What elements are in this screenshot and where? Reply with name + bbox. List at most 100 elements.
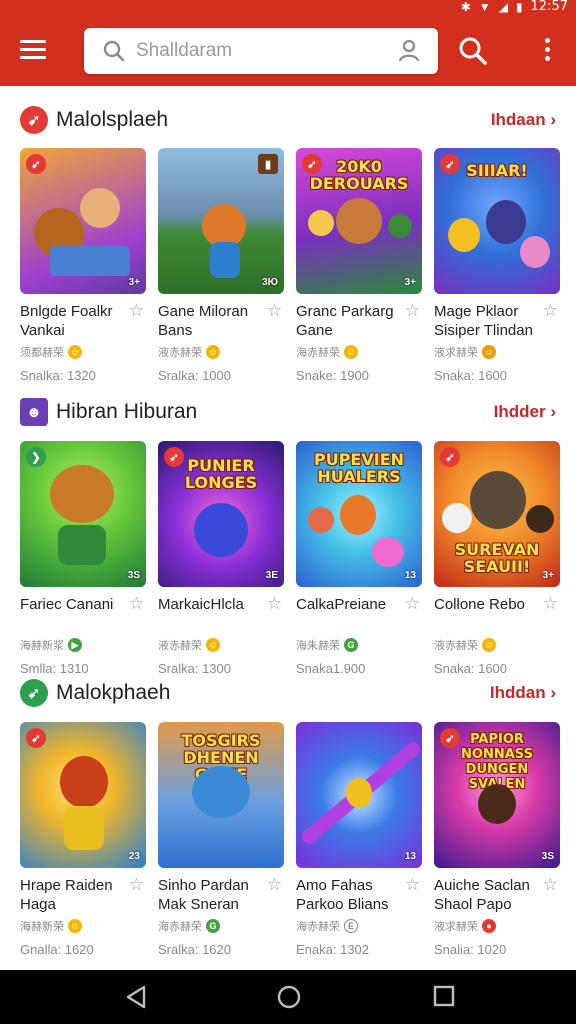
game-thumbnail[interactable]: PUPEVIEN HUALERS 13 bbox=[296, 441, 422, 587]
star-icon[interactable]: ☆ bbox=[543, 875, 558, 895]
status-bar: ✱ ▼ ◢ ▮ 12:57 bbox=[0, 0, 576, 14]
section-badge-icon: ➹ bbox=[20, 106, 48, 134]
game-thumbnail[interactable]: ❯ 3S bbox=[20, 441, 146, 587]
menu-icon[interactable] bbox=[20, 40, 46, 60]
bluetooth-icon: ✱ bbox=[460, 0, 471, 14]
search-input[interactable] bbox=[136, 36, 376, 66]
section-badge-icon: ➹ bbox=[20, 679, 48, 707]
game-meta: 海赤赫荣 E bbox=[296, 918, 358, 934]
section-title: Hibran Hiburan bbox=[56, 400, 198, 423]
game-thumbnail[interactable]: ➹ 20K0 DEROUARS 3+ bbox=[296, 148, 422, 294]
game-thumbnail[interactable]: ➹ PUNIER LONGES 3E bbox=[158, 441, 284, 587]
game-thumbnail[interactable]: ➹ 3+ bbox=[20, 148, 146, 294]
game-name: Hrape Raiden Haga bbox=[20, 877, 113, 913]
rating-icon: G bbox=[344, 638, 358, 652]
recents-icon[interactable] bbox=[432, 984, 456, 1008]
account-icon[interactable] bbox=[398, 39, 420, 63]
star-icon[interactable]: ☆ bbox=[405, 301, 420, 321]
game-card[interactable]: PUPEVIEN HUALERS 13 CalkaPreiane ☆ 海朱赫荣 G… bbox=[296, 441, 422, 681]
game-thumbnail[interactable]: ▮ 3Ю bbox=[158, 148, 284, 294]
game-size: Enaka: 1302 bbox=[296, 942, 370, 957]
section-header: ➹ Malokphaeh Ihddan › bbox=[20, 677, 556, 709]
section-more-link[interactable]: Ihddan › bbox=[490, 683, 556, 703]
section-title: Malokphaeh bbox=[56, 681, 171, 704]
age-rating: 3+ bbox=[404, 277, 416, 288]
game-card[interactable]: ➹ 20K0 DEROUARS 3+ Granc Parkarg Gane ☆ … bbox=[296, 148, 422, 388]
star-icon[interactable]: ☆ bbox=[267, 301, 282, 321]
signal-icon: ◢ bbox=[498, 0, 508, 14]
game-meta: 海赫新浆 ▶ bbox=[20, 637, 82, 653]
game-card[interactable]: TOSGIRS DHENEN GAME Sinho Pardan Mak Sne… bbox=[158, 722, 284, 962]
game-card[interactable]: ➹ SIIIAR! Mage Pklaor Sisiper Tlindan ☆ … bbox=[434, 148, 560, 388]
game-meta: 液求赫荣 ☺ bbox=[434, 344, 496, 360]
wifi-icon: ▼ bbox=[478, 0, 491, 14]
game-row: ❯ 3S Fariec Canani ☆ 海赫新浆 ▶ Smlla: 1310 ➹… bbox=[20, 441, 560, 681]
status-time: 12:57 bbox=[530, 0, 568, 14]
game-card[interactable]: ❯ 3S Fariec Canani ☆ 海赫新浆 ▶ Smlla: 1310 bbox=[20, 441, 146, 681]
search-action-icon[interactable] bbox=[458, 36, 488, 66]
search-bar[interactable] bbox=[84, 28, 438, 74]
rating-icon: ▶ bbox=[68, 638, 82, 652]
game-meta: 液赤赫荣 ☺ bbox=[158, 344, 220, 360]
section-more-link[interactable]: Ihdaan › bbox=[491, 110, 556, 130]
game-thumbnail[interactable]: ➹ SUREVAN SEAUII! 3+ bbox=[434, 441, 560, 587]
game-thumbnail[interactable]: 13 bbox=[296, 722, 422, 868]
system-nav-bar bbox=[0, 970, 576, 1024]
game-thumbnail[interactable]: ➹ 23 bbox=[20, 722, 146, 868]
game-banner: 20K0 DEROUARS bbox=[309, 157, 409, 193]
search-icon bbox=[103, 40, 125, 62]
game-banner: SUREVAN SEAUII! bbox=[454, 540, 540, 576]
star-icon[interactable]: ☆ bbox=[267, 875, 282, 895]
game-card[interactable]: ➹ PAPIOR NONNASS DUNGEN SVALEN 3S Auiche… bbox=[434, 722, 560, 962]
rating-icon: ☺ bbox=[68, 919, 82, 933]
game-meta: 液赤赫荣 ☺ bbox=[434, 637, 496, 653]
game-card[interactable]: ▮ 3Ю Gane Miloran Bans ☆ 液赤赫荣 ☺ Sralka: 1… bbox=[158, 148, 284, 388]
game-meta: 液赤赫荣 ☺ bbox=[158, 637, 220, 653]
star-icon[interactable]: ☆ bbox=[267, 594, 282, 614]
game-name: Auiche Saclan Shaol Papo bbox=[434, 877, 530, 913]
back-icon[interactable] bbox=[124, 984, 148, 1010]
game-size: Sralka: 1300 bbox=[158, 661, 231, 676]
game-card[interactable]: 13 Amo Fahas Parkoo Blians ☆ 海赤赫荣 E Enaka… bbox=[296, 722, 422, 962]
star-icon[interactable]: ☆ bbox=[543, 301, 558, 321]
game-thumbnail[interactable]: TOSGIRS DHENEN GAME bbox=[158, 722, 284, 868]
age-rating: 3E bbox=[265, 570, 278, 581]
rating-icon: ● bbox=[482, 919, 496, 933]
brand-badge-icon: ➹ bbox=[26, 154, 46, 174]
home-icon[interactable] bbox=[276, 984, 302, 1010]
more-options-icon[interactable] bbox=[538, 38, 556, 64]
star-icon[interactable]: ☆ bbox=[405, 875, 420, 895]
game-card[interactable]: ➹ PUNIER LONGES 3E MarkaicHlcla ☆ 液赤赫荣 ☺ … bbox=[158, 441, 284, 681]
game-name: Sinho Pardan Mak Sneran bbox=[158, 877, 249, 913]
game-thumbnail[interactable]: ➹ SIIIAR! bbox=[434, 148, 560, 294]
game-name: Granc Parkarg Gane bbox=[296, 303, 394, 339]
game-card[interactable]: ➹ 3+ Bnlgde Foalkr Vankai ☆ 须都赫荣 ☺ Snalka… bbox=[20, 148, 146, 388]
section-more-link[interactable]: Ihdder › bbox=[494, 402, 556, 422]
game-card[interactable]: ➹ SUREVAN SEAUII! 3+ Collone Rebo ☆ 液赤赫荣… bbox=[434, 441, 560, 681]
game-name: Fariec Canani bbox=[20, 596, 114, 613]
game-banner: PUPEVIEN HUALERS bbox=[313, 450, 405, 486]
game-size: Snaka: 1600 bbox=[434, 661, 508, 676]
star-icon[interactable]: ☆ bbox=[129, 875, 144, 895]
game-row: ➹ 3+ Bnlgde Foalkr Vankai ☆ 须都赫荣 ☺ Snalka… bbox=[20, 148, 560, 388]
star-icon[interactable]: ☆ bbox=[543, 594, 558, 614]
star-icon[interactable]: ☆ bbox=[405, 594, 420, 614]
star-icon[interactable]: ☆ bbox=[129, 301, 144, 321]
rating-icon: ☺ bbox=[206, 638, 220, 652]
age-rating: 3S bbox=[127, 570, 140, 581]
brand-badge-icon: ➹ bbox=[440, 447, 460, 467]
age-rating: 3+ bbox=[128, 277, 140, 288]
game-card[interactable]: ➹ 23 Hrape Raiden Haga ☆ 海赫新荣 ☺ Gnalla: 1… bbox=[20, 722, 146, 962]
game-name: Amo Fahas Parkoo Blians bbox=[296, 877, 389, 913]
game-size: Smlla: 1310 bbox=[20, 661, 89, 676]
app-bar bbox=[0, 14, 576, 86]
game-name: CalkaPreiane bbox=[296, 596, 387, 613]
game-size: Snake: 1900 bbox=[296, 368, 370, 383]
age-rating: 3Ю bbox=[262, 277, 278, 288]
game-name: Bnlgde Foalkr Vankai bbox=[20, 303, 113, 339]
brand-badge-icon: ▮ bbox=[258, 154, 278, 174]
star-icon[interactable]: ☆ bbox=[129, 594, 144, 614]
rating-icon: ☺ bbox=[482, 638, 496, 652]
game-size: Sralka: 1620 bbox=[158, 942, 231, 957]
game-thumbnail[interactable]: ➹ PAPIOR NONNASS DUNGEN SVALEN 3S bbox=[434, 722, 560, 868]
